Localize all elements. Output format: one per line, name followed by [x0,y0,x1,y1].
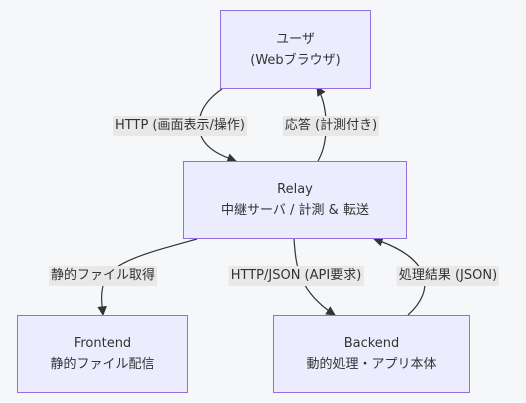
node-relay-title: Relay [277,182,313,197]
node-backend: Backend 動的処理・アプリ本体 [273,315,470,393]
edge-label-backend-to-relay: 処理結果 (JSON) [396,266,500,286]
node-user-subtitle: (Webブラウザ) [250,52,341,68]
node-frontend-subtitle: 静的ファイル配信 [50,357,155,372]
node-user: ユーザ (Webブラウザ) [220,10,371,89]
node-relay-subtitle: 中継サーバ / 計測 & 転送 [221,203,369,218]
edge-label-relay-to-backend: HTTP/JSON (API要求) [228,266,364,286]
node-relay: Relay 中継サーバ / 計測 & 転送 [183,161,407,239]
node-backend-subtitle: 動的処理・アプリ本体 [306,357,437,372]
edge-label-user-to-relay: HTTP (画面表示/操作) [113,116,247,136]
node-user-title: ユーザ [276,31,315,47]
node-frontend: Frontend 静的ファイル配信 [17,315,188,393]
node-frontend-title: Frontend [73,336,132,351]
node-backend-title: Backend [343,336,400,351]
edge-label-relay-to-user: 応答 (計測付き) [282,116,380,136]
edge-label-relay-to-frontend: 静的ファイル取得 [48,266,158,286]
flowchart: ユーザ (Webブラウザ) Relay 中継サーバ / 計測 & 転送 Fron… [0,0,526,403]
